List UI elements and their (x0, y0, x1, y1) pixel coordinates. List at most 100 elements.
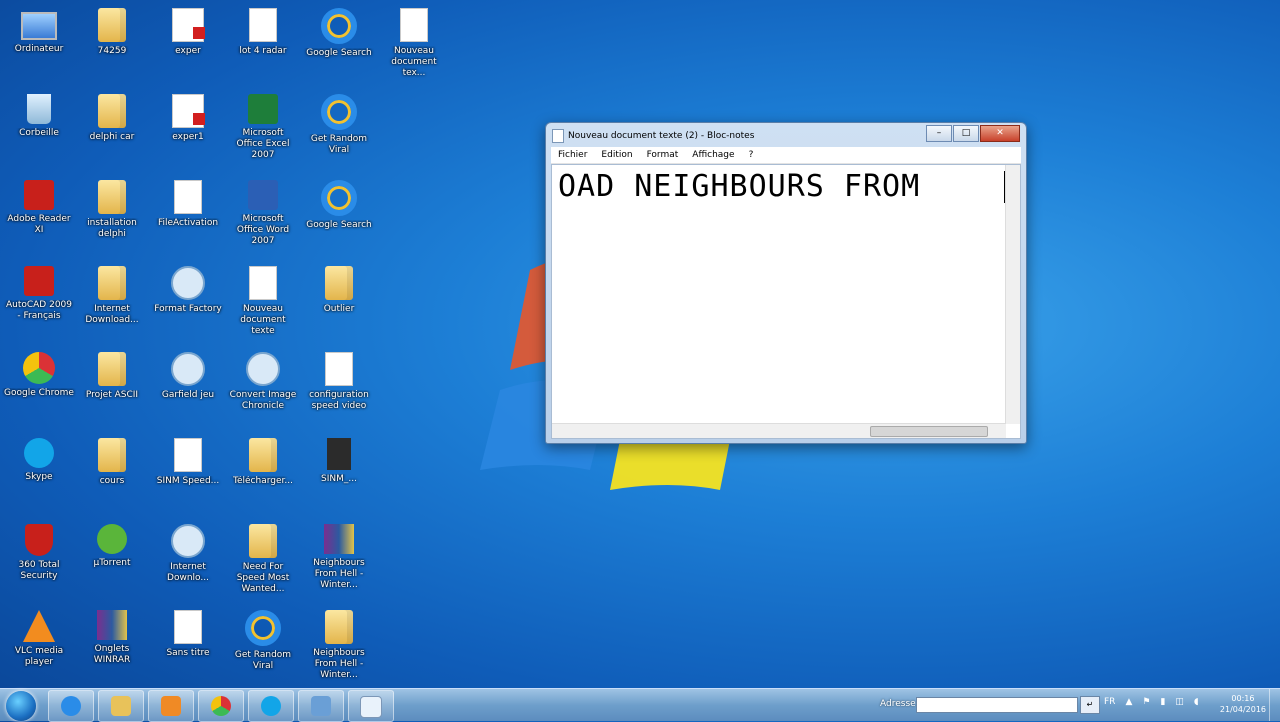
desktop-icon-label: Ordinateur (14, 44, 64, 54)
desktop-icon-label: Google Search (306, 48, 372, 58)
maximize-button[interactable]: □ (953, 125, 979, 142)
taskbar-notepad[interactable] (348, 690, 394, 722)
address-input[interactable] (916, 697, 1078, 713)
desktop-icon-label: Projet ASCII (85, 390, 139, 400)
desktop-icon[interactable]: cours (75, 432, 149, 516)
network-icon[interactable]: ◫ (1175, 697, 1184, 707)
flag-icon[interactable]: ⚑ (1142, 697, 1150, 707)
desktop-icon[interactable]: Garfield jeu (151, 346, 225, 430)
desktop-icon[interactable]: 74259 (75, 2, 149, 86)
desktop-icon-label: Google Search (306, 220, 372, 230)
notepad-titlebar[interactable]: Nouveau document texte (2) - Bloc-notes (552, 127, 936, 145)
menu-bar: Fichier Edition Format Affichage ? (551, 147, 1021, 164)
excel-icon (248, 94, 278, 124)
desktop-icon[interactable]: AutoCAD 2009 - Français (2, 260, 76, 344)
desktop-icon[interactable]: installation delphi (75, 174, 149, 258)
desktop-icon[interactable]: Google Search (302, 2, 376, 86)
horizontal-scroll-thumb[interactable] (870, 426, 988, 437)
desktop-icon[interactable]: exper (151, 2, 225, 86)
document-icon (174, 438, 202, 472)
remote-desktop-icon (311, 696, 331, 716)
winrar-icon (324, 524, 354, 554)
desktop-icon[interactable]: Convert Image Chronicle (226, 346, 300, 430)
desktop-icon[interactable]: Microsoft Office Word 2007 (226, 174, 300, 258)
desktop-icon[interactable]: Ordinateur (2, 2, 76, 86)
internet-explorer-icon (61, 696, 81, 716)
desktop-icon[interactable]: Neighbours From Hell - Winter... (302, 518, 376, 602)
desktop-icon[interactable]: Skype (2, 432, 76, 516)
desktop-icon[interactable]: FileActivation (151, 174, 225, 258)
desktop-icon[interactable]: Sans titre (151, 604, 225, 688)
desktop-icon[interactable]: Outlier (302, 260, 376, 344)
desktop-icon[interactable]: Nouveau document texte (226, 260, 300, 344)
horizontal-scrollbar[interactable] (552, 423, 1006, 438)
desktop-icon[interactable]: Adobe Reader XI (2, 174, 76, 258)
close-button[interactable]: ✕ (980, 125, 1020, 142)
desktop-icon[interactable]: configuration speed video (302, 346, 376, 430)
taskbar-remote-desktop[interactable] (298, 690, 344, 722)
language-indicator[interactable]: FR (1104, 697, 1115, 707)
taskbar-chrome[interactable] (198, 690, 244, 722)
desktop-icon[interactable]: Get Random Viral (302, 88, 376, 172)
desktop-icon[interactable]: Internet Download... (75, 260, 149, 344)
desktop-icon-label: cours (99, 476, 125, 486)
desktop-icon[interactable]: Internet Downlo... (151, 518, 225, 602)
video-icon (327, 438, 351, 470)
desktop-icon[interactable]: VLC media player (2, 604, 76, 688)
desktop-icon[interactable]: Need For Speed Most Wanted... (226, 518, 300, 602)
taskbar-media-player[interactable] (148, 690, 194, 722)
tray-arrow-icon[interactable]: ▲ (1125, 697, 1132, 707)
security-shield-icon (25, 524, 53, 556)
desktop-icon[interactable]: exper1 (151, 88, 225, 172)
menu-affichage[interactable]: Affichage (692, 147, 734, 163)
desktop-icon[interactable]: SINM_... (302, 432, 376, 516)
vertical-scrollbar[interactable] (1005, 165, 1020, 424)
menu-fichier[interactable]: Fichier (558, 147, 587, 163)
taskbar-explorer[interactable] (98, 690, 144, 722)
desktop-icon-label: Need For Speed Most Wanted... (236, 562, 290, 594)
taskbar-internet-explorer[interactable] (48, 690, 94, 722)
folder-icon (325, 266, 353, 300)
menu-format[interactable]: Format (647, 147, 679, 163)
clock[interactable]: 00:16 21/04/2016 (1220, 693, 1266, 715)
desktop-icon[interactable]: Format Factory (151, 260, 225, 344)
desktop-icon[interactable]: Neighbours From Hell - Winter... (302, 604, 376, 688)
taskbar-skype[interactable] (248, 690, 294, 722)
desktop-icon[interactable]: SINM Speed... (151, 432, 225, 516)
text-editor[interactable]: OAD NEIGHBOURS FROM (551, 164, 1021, 439)
desktop-icon[interactable]: Onglets WINRAR (75, 604, 149, 688)
skype-icon (261, 696, 281, 716)
desktop-icon-label: 74259 (97, 46, 127, 56)
menu-edition[interactable]: Edition (601, 147, 632, 163)
desktop-icon[interactable]: Google Search (302, 174, 376, 258)
desktop-icon[interactable]: µTorrent (75, 518, 149, 602)
desktop-icon-label: Onglets WINRAR (93, 644, 131, 665)
desktop-icon[interactable]: 360 Total Security (2, 518, 76, 602)
show-desktop-button[interactable] (1269, 689, 1280, 721)
window-controls: – □ ✕ (926, 125, 1020, 142)
desktop-icon[interactable]: Nouveau document tex... (377, 2, 451, 86)
menu-help[interactable]: ? (749, 147, 754, 163)
battery-icon[interactable]: ▮ (1160, 697, 1165, 707)
desktop-icon[interactable]: Microsoft Office Excel 2007 (226, 88, 300, 172)
folder-icon (98, 180, 126, 214)
notepad-icon (552, 129, 564, 143)
address-go-button[interactable]: ↵ (1080, 696, 1100, 714)
start-button[interactable] (6, 691, 36, 721)
desktop-icon[interactable]: Corbeille (2, 88, 76, 172)
text-file-icon (400, 8, 428, 42)
desktop-icon-label: SINM_... (321, 474, 357, 484)
notepad-window[interactable]: Nouveau document texte (2) - Bloc-notes … (545, 122, 1027, 444)
volume-icon[interactable]: ◖ (1194, 697, 1199, 707)
desktop-icon[interactable]: Get Random Viral (226, 604, 300, 688)
recycle-bin-icon (27, 94, 51, 124)
desktop-icon[interactable]: lot 4 radar (226, 2, 300, 86)
format-factory-icon (171, 266, 205, 300)
desktop-icon-label: Corbeille (19, 128, 59, 138)
desktop-icon[interactable]: delphi car (75, 88, 149, 172)
desktop-icon[interactable]: Télécharger... (226, 432, 300, 516)
minimize-button[interactable]: – (926, 125, 952, 142)
desktop-icon[interactable]: Projet ASCII (75, 346, 149, 430)
desktop-icon[interactable]: Google Chrome (2, 346, 76, 430)
desktop-icon-label: delphi car (89, 132, 135, 142)
